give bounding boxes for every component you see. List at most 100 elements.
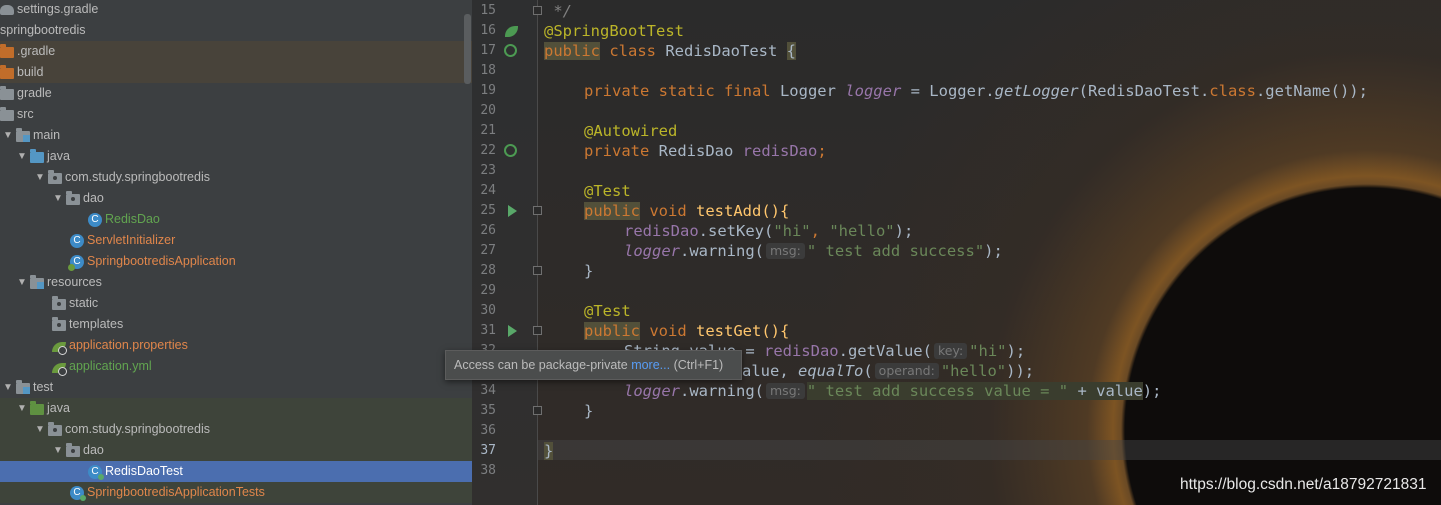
tree-item-build[interactable]: build [0, 62, 472, 83]
method-name-token: testAdd(){ [696, 202, 790, 220]
keyword-token: public [584, 202, 640, 220]
code-token: .warning( [680, 382, 764, 400]
code-token: .getName()); [1255, 82, 1368, 100]
run-test-icon[interactable] [508, 205, 517, 217]
expand-arrow-icon[interactable]: ▼ [0, 125, 16, 146]
code-line-37[interactable]: } [544, 441, 554, 461]
keyword-token: void [640, 322, 696, 340]
semicolon-token: ; [817, 142, 827, 160]
keyword-token: private [584, 142, 659, 160]
line-number: 30 [480, 303, 496, 318]
fold-marker-icon[interactable] [533, 206, 542, 215]
code-line-35[interactable]: } [584, 401, 593, 421]
tree-item-redisdaotest[interactable]: C RedisDaoTest [0, 461, 472, 482]
expand-arrow-icon[interactable]: ▼ [14, 272, 30, 293]
code-line-25[interactable]: public void testAdd(){ [584, 201, 789, 221]
tree-item-resources[interactable]: ▼ resources [0, 272, 472, 293]
expand-arrow-icon[interactable]: ▼ [50, 440, 66, 461]
spring-autowired-icon[interactable] [504, 144, 517, 157]
fold-marker-icon[interactable] [533, 6, 542, 15]
tree-item-test[interactable]: ▼ test [0, 377, 472, 398]
code-line-28[interactable]: } [584, 261, 593, 281]
tooltip-more-link[interactable]: more... [631, 358, 670, 372]
fold-marker-icon[interactable] [533, 406, 542, 415]
tree-item-springbootredisapplicationtests[interactable]: C SpringbootredisApplicationTests [0, 482, 472, 503]
annotation-token: @Test [584, 182, 631, 200]
code-token: + value [1068, 382, 1143, 400]
expand-arrow-icon[interactable]: ▼ [50, 188, 66, 209]
tree-item-templates[interactable]: templates [0, 314, 472, 335]
code-line-19[interactable]: private static final Logger logger = Log… [584, 81, 1368, 101]
gutter-divider [537, 0, 538, 505]
run-test-icon[interactable] [508, 325, 517, 337]
field-token: logger [624, 382, 680, 400]
tree-item-settings-gradle[interactable]: settings.gradle [0, 0, 472, 20]
tree-item-label: src [17, 107, 34, 121]
tree-item-test-package[interactable]: ▼ com.study.springbootredis [0, 419, 472, 440]
code-line-17[interactable]: public class RedisDaoTest { [544, 41, 796, 61]
tree-scrollbar[interactable] [464, 14, 471, 84]
code-line-27[interactable]: logger.warning(msg: " test add success"); [624, 241, 1003, 261]
type-token: Logger [779, 82, 846, 100]
code-line-26[interactable]: redisDao.setKey("hi", "hello"); [624, 221, 913, 241]
package-icon [66, 190, 80, 205]
tree-item-application-yml[interactable]: application.yml [0, 356, 472, 377]
expand-arrow-icon[interactable]: ▼ [0, 377, 16, 398]
tree-item-src[interactable]: src [0, 104, 472, 125]
tree-item-springbootredisapplication[interactable]: C SpringbootredisApplication [0, 251, 472, 272]
line-number: 19 [480, 83, 496, 98]
tree-item-main-package[interactable]: ▼ com.study.springbootredis [0, 167, 472, 188]
tree-item-main[interactable]: ▼ main [0, 125, 472, 146]
code-line-30[interactable]: @Test [584, 301, 631, 321]
tree-item-servletinitializer[interactable]: C ServletInitializer [0, 230, 472, 251]
code-editor[interactable]: 15 16 17 18 19 20 21 22 23 24 25 26 27 2… [472, 0, 1441, 505]
fold-marker-icon[interactable] [533, 266, 542, 275]
expand-arrow-icon[interactable]: ▼ [14, 398, 30, 419]
line-number: 29 [480, 283, 496, 298]
package-icon [66, 442, 80, 457]
code-token: ); [1006, 342, 1026, 360]
field-token: redisDao [742, 142, 818, 160]
code-line-16[interactable]: @SpringBootTest [544, 21, 684, 41]
code-line-15[interactable]: */ [544, 1, 572, 21]
code-token: ); [894, 222, 914, 240]
tree-item-label: java [47, 401, 70, 415]
code-line-31[interactable]: public void testGet(){ [584, 321, 789, 341]
line-number: 17 [480, 43, 496, 58]
tree-item-test-dao[interactable]: ▼ dao [0, 440, 472, 461]
code-line-34[interactable]: logger.warning(msg: " test add success va… [624, 381, 1161, 401]
expand-arrow-icon[interactable]: ▼ [32, 167, 48, 188]
module-folder-icon [16, 379, 30, 394]
tree-item-label: build [17, 65, 44, 79]
tree-item-gradle[interactable]: gradle [0, 83, 472, 104]
tree-item-main-dao[interactable]: ▼ dao [0, 188, 472, 209]
code-token: (RedisDaoTest. [1078, 82, 1210, 100]
package-icon [48, 169, 62, 184]
spring-navigate-icon[interactable] [504, 44, 517, 57]
operator-token: = Logger. [901, 82, 995, 100]
method-token: getLogger [994, 82, 1079, 100]
code-token: ( [863, 362, 873, 380]
tree-item-label: SpringbootredisApplication [87, 254, 236, 268]
tree-item-application-properties[interactable]: application.properties [0, 335, 472, 356]
tree-item-redisdao[interactable]: C RedisDao [0, 209, 472, 230]
code-line-21[interactable]: @Autowired [584, 121, 677, 141]
fold-marker-icon[interactable] [533, 326, 542, 335]
code-line-22[interactable]: private RedisDao redisDao; [584, 141, 827, 161]
line-number: 22 [480, 143, 496, 158]
tree-item-springbootredis[interactable]: springbootredis [0, 20, 472, 41]
tree-item-main-java[interactable]: ▼ java [0, 146, 472, 167]
code-token: alue, [742, 362, 798, 380]
annotation-token: @SpringBootTest [544, 22, 684, 40]
expand-arrow-icon[interactable]: ▼ [32, 419, 48, 440]
code-token: )); [1006, 362, 1035, 380]
code-token: ); [1142, 382, 1162, 400]
tree-item-gradle-cache[interactable]: .gradle [0, 41, 472, 62]
tree-item-static[interactable]: static [0, 293, 472, 314]
tree-item-label: dao [83, 443, 104, 457]
expand-arrow-icon[interactable]: ▼ [14, 146, 30, 167]
code-line-33[interactable]: alue, equalTo(operand: "hello")); [742, 361, 1034, 381]
tree-item-test-java[interactable]: ▼ java [0, 398, 472, 419]
line-number: 20 [480, 103, 496, 118]
code-line-24[interactable]: @Test [584, 181, 631, 201]
